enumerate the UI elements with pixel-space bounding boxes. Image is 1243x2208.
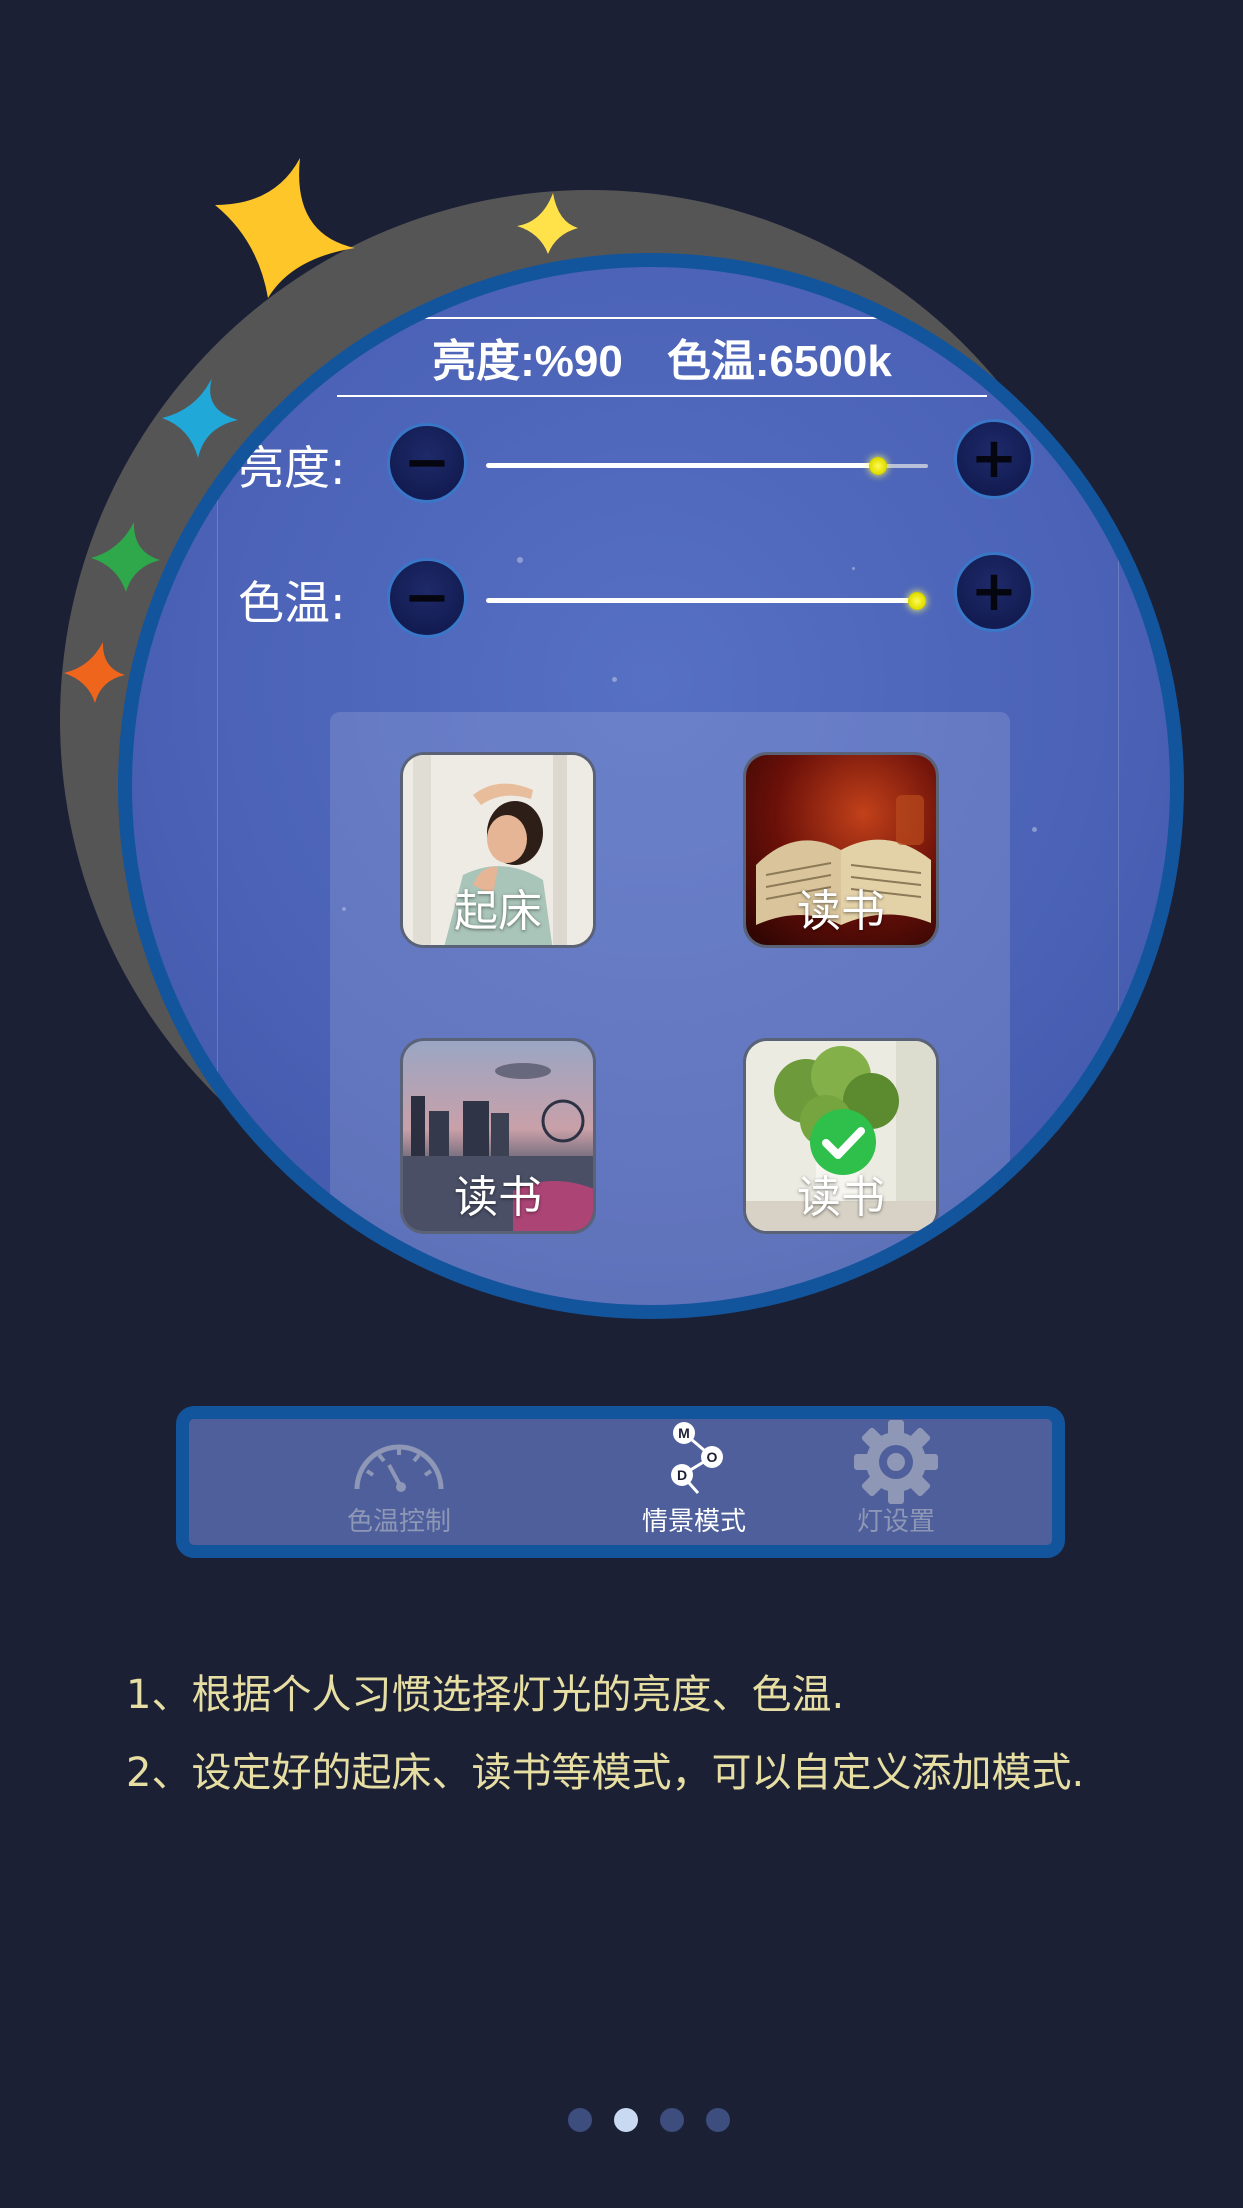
gear-icon: [854, 1420, 938, 1504]
scene-tile-wakeup[interactable]: 起床: [400, 752, 596, 948]
slider-fill: [486, 463, 878, 468]
color-temp-status: 色温:6500k: [666, 337, 892, 386]
page-dot-active[interactable]: [614, 2108, 638, 2132]
scene-grid: 起床 读书 读书 读书: [330, 712, 1010, 1305]
color-temp-minus-button[interactable]: −: [387, 558, 467, 638]
slider-fill: [486, 598, 916, 603]
plus-icon: +: [970, 426, 1018, 491]
page-dot[interactable]: [568, 2108, 592, 2132]
page-dot[interactable]: [706, 2108, 730, 2132]
tab-label: 灯设置: [856, 1507, 935, 1537]
tab-label: 情景模式: [641, 1507, 746, 1537]
scene-tile-city[interactable]: 读书: [400, 1038, 596, 1234]
color-temp-plus-button[interactable]: +: [954, 552, 1034, 632]
minus-icon: −: [403, 430, 451, 495]
color-temp-label: 色温:: [238, 576, 346, 630]
mode-nodes-icon: M O D: [671, 1422, 723, 1494]
tab-bar: 色温控制 M O D 情景模式 灯设置: [176, 1406, 1065, 1558]
scene-label: 起床: [454, 886, 542, 937]
page-dot[interactable]: [660, 2108, 684, 2132]
scene-label: 读书: [797, 886, 885, 937]
orange-star-icon: [64, 642, 125, 703]
mode-icon-letter: M: [678, 1425, 690, 1441]
scene-tile-plant[interactable]: 读书: [743, 1038, 939, 1234]
tab-scene-mode[interactable]: M O D 情景模式: [584, 1419, 804, 1545]
tab-light-settings[interactable]: 灯设置: [786, 1419, 1006, 1545]
slider-knob[interactable]: [908, 592, 926, 610]
brightness-plus-button[interactable]: +: [954, 419, 1034, 499]
brightness-slider[interactable]: [486, 457, 928, 477]
brightness-status: 亮度:%90: [432, 337, 623, 386]
scene-label: 读书: [454, 1172, 542, 1223]
yellow-star-small-icon: [517, 193, 578, 254]
brightness-minus-button[interactable]: −: [387, 423, 467, 503]
tab-color-temp-control[interactable]: 色温控制: [289, 1419, 509, 1545]
slider-knob[interactable]: [869, 457, 887, 475]
color-temp-slider[interactable]: [486, 592, 928, 612]
mode-icon-letter: D: [677, 1467, 687, 1483]
minus-icon: −: [403, 565, 451, 630]
description-line-1: 1、根据个人习惯选择灯光的亮度、色温.: [126, 1672, 845, 1718]
yellow-star-large-icon: [215, 158, 355, 298]
plus-icon: +: [970, 559, 1018, 624]
description-line-2: 2、设定好的起床、读书等模式，可以自定义添加模式.: [126, 1750, 1085, 1796]
scene-label: 读书: [797, 1172, 885, 1223]
brightness-label: 亮度:: [238, 441, 346, 495]
scene-tile-reading[interactable]: 读书: [743, 752, 939, 948]
mode-icon-letter: O: [707, 1449, 718, 1465]
status-bar: 亮度:%90 色温:6500k: [337, 317, 987, 397]
color-temp-row: 色温: − +: [132, 552, 1170, 642]
brightness-row: 亮度: − +: [132, 417, 1170, 507]
tab-label: 色温控制: [346, 1507, 451, 1537]
gauge-icon: [354, 1444, 444, 1492]
app-preview-circle: 亮度:%90 色温:6500k 亮度: − + 色温: − + 起床 读书 读书…: [118, 253, 1184, 1319]
